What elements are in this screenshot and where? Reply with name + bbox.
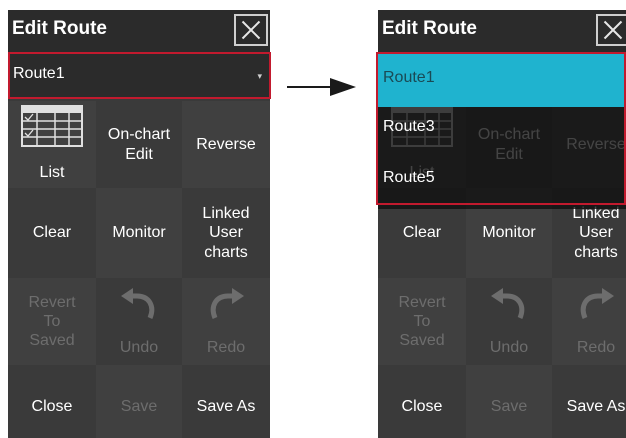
list-label: List (39, 163, 65, 181)
clear-button[interactable]: Clear (8, 188, 96, 278)
undo-label: Undo (119, 338, 159, 356)
route-option[interactable]: Route5 (378, 159, 626, 209)
route-option-label: Route1 (383, 69, 435, 86)
redo-icon (580, 288, 614, 319)
arrow-right-icon (330, 78, 356, 96)
undo-button[interactable]: Undo (96, 278, 182, 365)
save-as-button[interactable]: Save As (182, 365, 270, 438)
route-option-label: Route3 (383, 118, 435, 135)
save-button[interactable]: Save (96, 365, 182, 438)
route-option-selected[interactable]: Route1 (378, 53, 626, 107)
list-button[interactable]: List (8, 101, 96, 188)
revert-to-saved-button[interactable]: Revert To Saved (8, 278, 96, 365)
list-icon (21, 105, 83, 147)
redo-button[interactable]: Redo (552, 278, 626, 365)
save-button[interactable]: Save (466, 365, 552, 438)
on-chart-edit-button[interactable]: On-chart Edit (96, 101, 182, 188)
close-button[interactable]: Close (378, 365, 466, 438)
route-dropdown-value: Route1 (13, 65, 65, 82)
panel-title: Edit Route (382, 18, 477, 39)
revert-to-saved-button[interactable]: Revert To Saved (378, 278, 466, 365)
reverse-button[interactable]: Reverse (182, 101, 270, 188)
monitor-button[interactable]: Monitor (96, 188, 182, 278)
title-bar: Edit Route (378, 10, 626, 52)
undo-button[interactable]: Undo (466, 278, 552, 365)
route-option[interactable]: Route3 (378, 107, 626, 159)
redo-button[interactable]: Redo (182, 278, 270, 365)
edit-route-panel-open: Edit Route List (378, 10, 626, 438)
title-bar: Edit Route (8, 10, 270, 52)
linked-user-charts-button[interactable]: Linked User charts (182, 188, 270, 278)
route-dropdown[interactable]: Route1 ▾ (8, 53, 270, 97)
close-icon[interactable] (234, 14, 268, 46)
route-option-label: Route5 (383, 169, 435, 186)
arrow-connector (287, 86, 332, 88)
undo-icon (491, 288, 525, 319)
close-button[interactable]: Close (8, 365, 96, 438)
redo-icon (210, 288, 244, 319)
redo-label: Redo (576, 338, 616, 356)
edit-route-panel-closed: Edit Route Route1 ▾ List On-chart Edit R… (8, 10, 270, 438)
undo-label: Undo (489, 338, 529, 356)
close-icon[interactable] (596, 14, 626, 46)
route-dropdown-list: Route1 Route3 Route5 (378, 53, 626, 209)
chevron-down-icon: ▾ (257, 71, 262, 81)
undo-icon (121, 288, 155, 319)
redo-label: Redo (206, 338, 246, 356)
save-as-button[interactable]: Save As (552, 365, 626, 438)
panel-title: Edit Route (12, 18, 107, 39)
